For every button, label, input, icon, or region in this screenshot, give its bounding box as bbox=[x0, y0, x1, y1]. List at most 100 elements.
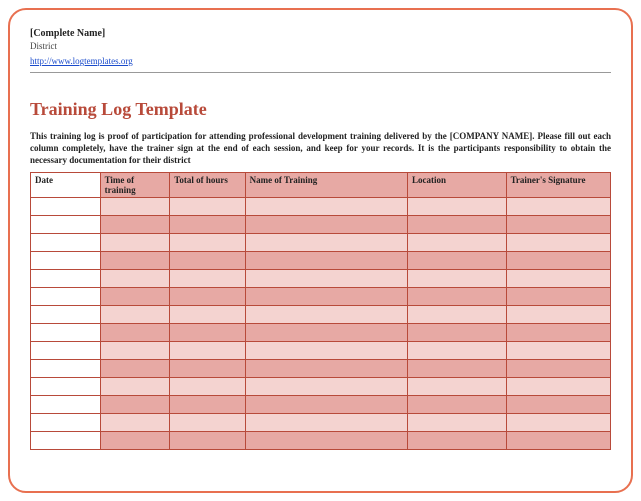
table-cell bbox=[170, 360, 245, 378]
table-cell bbox=[245, 198, 407, 216]
table-cell bbox=[245, 252, 407, 270]
table-cell bbox=[100, 378, 170, 396]
table-cell bbox=[100, 288, 170, 306]
table-cell bbox=[100, 234, 170, 252]
table-cell bbox=[100, 270, 170, 288]
table-cell bbox=[31, 252, 101, 270]
district-field: District bbox=[30, 41, 611, 51]
table-cell bbox=[407, 252, 506, 270]
table-cell bbox=[407, 216, 506, 234]
table-cell bbox=[100, 198, 170, 216]
table-cell bbox=[407, 396, 506, 414]
table-row bbox=[31, 414, 611, 432]
table-cell bbox=[506, 198, 610, 216]
template-url-link[interactable]: http://www.logtemplates.org bbox=[30, 56, 133, 66]
table-cell bbox=[245, 360, 407, 378]
table-cell bbox=[407, 360, 506, 378]
table-cell bbox=[506, 234, 610, 252]
table-cell bbox=[100, 396, 170, 414]
table-cell bbox=[170, 252, 245, 270]
table-cell bbox=[31, 216, 101, 234]
table-cell bbox=[170, 324, 245, 342]
table-cell bbox=[100, 342, 170, 360]
table-cell bbox=[31, 306, 101, 324]
header-block: [Complete Name] District http://www.logt… bbox=[30, 28, 611, 73]
table-cell bbox=[506, 324, 610, 342]
table-cell bbox=[100, 432, 170, 450]
table-cell bbox=[100, 324, 170, 342]
table-cell bbox=[245, 216, 407, 234]
table-cell bbox=[407, 414, 506, 432]
table-cell bbox=[31, 324, 101, 342]
table-cell bbox=[31, 414, 101, 432]
table-row bbox=[31, 324, 611, 342]
table-cell bbox=[407, 288, 506, 306]
table-cell bbox=[31, 234, 101, 252]
col-name: Name of Training bbox=[245, 173, 407, 198]
table-cell bbox=[170, 198, 245, 216]
table-cell bbox=[506, 432, 610, 450]
table-row bbox=[31, 396, 611, 414]
table-cell bbox=[506, 396, 610, 414]
table-cell bbox=[31, 396, 101, 414]
table-cell bbox=[407, 342, 506, 360]
table-row bbox=[31, 270, 611, 288]
table-cell bbox=[170, 270, 245, 288]
complete-name-field: [Complete Name] bbox=[30, 28, 611, 39]
table-cell bbox=[170, 306, 245, 324]
table-cell bbox=[407, 324, 506, 342]
table-cell bbox=[170, 396, 245, 414]
table-row bbox=[31, 198, 611, 216]
training-log-table: Date Time of training Total of hours Nam… bbox=[30, 172, 611, 450]
table-cell bbox=[245, 378, 407, 396]
table-row bbox=[31, 252, 611, 270]
table-cell bbox=[170, 288, 245, 306]
table-cell bbox=[407, 234, 506, 252]
table-cell bbox=[506, 288, 610, 306]
table-cell bbox=[31, 342, 101, 360]
table-cell bbox=[245, 396, 407, 414]
table-cell bbox=[31, 360, 101, 378]
table-cell bbox=[407, 198, 506, 216]
table-cell bbox=[31, 198, 101, 216]
table-cell bbox=[31, 378, 101, 396]
table-cell bbox=[170, 216, 245, 234]
table-cell bbox=[100, 414, 170, 432]
table-cell bbox=[170, 432, 245, 450]
table-cell bbox=[506, 414, 610, 432]
table-cell bbox=[407, 432, 506, 450]
col-hours: Total of hours bbox=[170, 173, 245, 198]
table-body bbox=[31, 198, 611, 450]
table-cell bbox=[170, 234, 245, 252]
document-page: [Complete Name] District http://www.logt… bbox=[8, 8, 633, 493]
header-divider bbox=[30, 72, 611, 73]
table-row bbox=[31, 378, 611, 396]
col-location: Location bbox=[407, 173, 506, 198]
table-row bbox=[31, 288, 611, 306]
table-cell bbox=[31, 270, 101, 288]
table-header-row: Date Time of training Total of hours Nam… bbox=[31, 173, 611, 198]
table-cell bbox=[506, 252, 610, 270]
table-row bbox=[31, 342, 611, 360]
col-date: Date bbox=[31, 173, 101, 198]
table-row bbox=[31, 432, 611, 450]
table-cell bbox=[245, 324, 407, 342]
table-cell bbox=[506, 306, 610, 324]
table-cell bbox=[506, 270, 610, 288]
table-cell bbox=[245, 270, 407, 288]
page-title: Training Log Template bbox=[30, 99, 611, 120]
table-cell bbox=[506, 360, 610, 378]
table-cell bbox=[31, 288, 101, 306]
col-time: Time of training bbox=[100, 173, 170, 198]
table-row bbox=[31, 306, 611, 324]
table-cell bbox=[245, 342, 407, 360]
table-cell bbox=[31, 432, 101, 450]
table-cell bbox=[170, 378, 245, 396]
table-cell bbox=[245, 432, 407, 450]
table-cell bbox=[170, 342, 245, 360]
table-cell bbox=[245, 234, 407, 252]
col-signature: Trainer's Signature bbox=[506, 173, 610, 198]
table-cell bbox=[407, 306, 506, 324]
table-cell bbox=[506, 342, 610, 360]
table-cell bbox=[100, 360, 170, 378]
